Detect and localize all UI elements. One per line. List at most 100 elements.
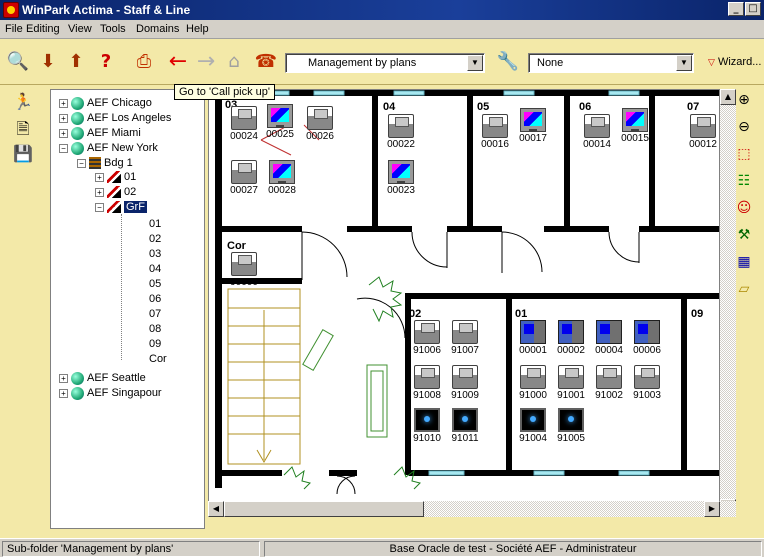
wizard-arrow-icon: ▽	[708, 57, 715, 67]
window-title: WinPark Actima - Staff & Line	[22, 3, 191, 17]
tools-icon[interactable]: ⚒	[733, 227, 755, 249]
device-terminal[interactable]: 91010	[409, 408, 445, 444]
filter-select[interactable]: None ▼	[528, 53, 694, 73]
tree-node-room[interactable]: 04	[149, 262, 161, 276]
help-icon[interactable]: ?	[92, 47, 120, 75]
zoom-out-icon[interactable]: ⊖	[733, 119, 755, 141]
device-fax[interactable]: 91006	[409, 320, 445, 356]
chevron-down-icon[interactable]: ▼	[676, 55, 692, 71]
wrench-icon[interactable]: 🔧	[494, 47, 522, 75]
menu-help[interactable]: Help	[186, 23, 209, 35]
maximize-button[interactable]: □	[745, 2, 761, 16]
app-icon[interactable]	[3, 2, 19, 18]
scroll-thumb[interactable]	[224, 501, 424, 517]
room-label: 02	[409, 308, 422, 320]
device-terminal[interactable]: 91011	[447, 408, 483, 444]
export-icon[interactable]: ⬆	[62, 47, 90, 75]
device-printer[interactable]: 91009	[447, 365, 483, 401]
tree-node-floor[interactable]: +01	[95, 170, 136, 184]
tree-node-site[interactable]: + AEF Miami	[59, 126, 141, 140]
device-monitor[interactable]: 00015	[617, 108, 653, 144]
tree-node-room[interactable]: 05	[149, 277, 161, 291]
monitor-icon	[269, 160, 295, 184]
run-icon[interactable]: 🏃	[12, 92, 34, 114]
device-pc[interactable]: 00004	[591, 320, 627, 356]
tree-node-room[interactable]: 07	[149, 307, 161, 321]
tree-node-site[interactable]: − AEF New York	[59, 141, 158, 155]
device-monitor[interactable]: 00025	[262, 104, 298, 140]
printer-icon	[482, 114, 508, 138]
scroll-right-icon[interactable]: ▶	[704, 501, 720, 517]
users-icon[interactable]: ☺	[733, 200, 755, 222]
device-fax[interactable]: 91007	[447, 320, 483, 356]
wizard-button[interactable]: ▽ Wizard...	[708, 56, 761, 68]
tree-node-floor-selected[interactable]: − GrF	[95, 200, 147, 214]
floor-plan[interactable]: 03 04 05 06 07 Cor 02 01 09 00024 00025 …	[208, 89, 720, 515]
search-icon[interactable]: 🔍	[4, 47, 32, 75]
device-fax[interactable]: 91002	[591, 365, 627, 401]
network-icon[interactable]: ☷	[733, 173, 755, 195]
tree-node-room[interactable]: 01	[149, 217, 161, 231]
zoom-in-icon[interactable]: ⊕	[733, 92, 755, 114]
tree-node-room[interactable]: Cor	[149, 352, 167, 366]
tree-node-floor[interactable]: +02	[95, 185, 136, 199]
monitor-icon	[388, 160, 414, 184]
call-pickup-icon[interactable]: ☎	[252, 47, 280, 75]
device-printer[interactable]: 91003	[629, 365, 665, 401]
device-pc[interactable]: 00001	[515, 320, 551, 356]
device-terminal[interactable]: 91005	[553, 408, 589, 444]
import-icon[interactable]: ⬇	[34, 47, 62, 75]
tree-node-room[interactable]: 02	[149, 232, 161, 246]
tree-node-building[interactable]: − Bdg 1	[77, 156, 133, 170]
tree-node-room[interactable]: 03	[149, 247, 161, 261]
device-pc[interactable]: 00002	[553, 320, 589, 356]
right-toolbar: ⊕ ⊖ ⬚ ☷ ☺ ⚒ ▦ ▱	[733, 92, 759, 308]
device-fax[interactable]: 91001	[553, 365, 589, 401]
device-printer[interactable]: 00016	[477, 114, 513, 150]
globe-icon	[71, 111, 84, 125]
device-fax[interactable]: 90000	[226, 252, 262, 288]
zoom-area-icon[interactable]: ⬚	[733, 146, 755, 168]
device-printer[interactable]: 00014	[579, 114, 615, 150]
computer-icon	[520, 320, 546, 344]
device-terminal[interactable]: 91004	[515, 408, 551, 444]
print-icon[interactable]: ⎙	[130, 47, 158, 75]
tree-node-room[interactable]: 06	[149, 292, 161, 306]
device-pc[interactable]: 00006	[629, 320, 665, 356]
menu-domains[interactable]: Domains	[136, 23, 179, 35]
scroll-left-icon[interactable]: ◀	[208, 501, 224, 517]
device-printer[interactable]: 00027	[226, 160, 262, 196]
back-arrow-icon[interactable]: ←	[164, 47, 192, 75]
tree-node-site[interactable]: + AEF Singapour	[59, 386, 162, 400]
minimize-button[interactable]: _	[728, 2, 744, 16]
tree-line	[121, 214, 122, 360]
horizontal-scrollbar[interactable]: ◀ ▶	[208, 501, 736, 517]
save-icon[interactable]: 💾	[12, 144, 34, 166]
device-monitor[interactable]: 00028	[264, 160, 300, 196]
tree-node-room[interactable]: 09	[149, 337, 161, 351]
device-fax[interactable]: 91000	[515, 365, 551, 401]
monitor-icon	[267, 104, 293, 128]
device-monitor[interactable]: 00017	[515, 108, 551, 144]
menu-view[interactable]: View	[68, 23, 92, 35]
device-printer[interactable]: 00012	[685, 114, 719, 150]
home-icon[interactable]: ⌂	[220, 47, 248, 75]
document-icon[interactable]: 🗎	[12, 118, 34, 140]
device-printer[interactable]: 00026	[302, 106, 338, 142]
tree-node-site[interactable]: + AEF Chicago	[59, 96, 152, 110]
device-printer[interactable]: 00024	[226, 106, 262, 142]
device-fax[interactable]: 91008	[409, 365, 445, 401]
menu-editing[interactable]: Editing	[26, 23, 60, 35]
forward-arrow-icon[interactable]: →	[192, 47, 220, 75]
folder-icon[interactable]: ▱	[733, 281, 755, 303]
calendar-icon[interactable]: ▦	[733, 254, 755, 276]
tree-node-site[interactable]: + AEF Seattle	[59, 371, 146, 385]
device-monitor[interactable]: 00023	[383, 160, 419, 196]
chevron-down-icon[interactable]: ▼	[467, 55, 483, 71]
tree-node-site[interactable]: + AEF Los Angeles	[59, 111, 171, 125]
menu-file[interactable]: File	[5, 23, 23, 35]
tree-node-room[interactable]: 08	[149, 322, 161, 336]
view-mode-select[interactable]: Management by plans ▼	[285, 53, 485, 73]
device-fax[interactable]: 00022	[383, 114, 419, 150]
menu-tools[interactable]: Tools	[100, 23, 126, 35]
